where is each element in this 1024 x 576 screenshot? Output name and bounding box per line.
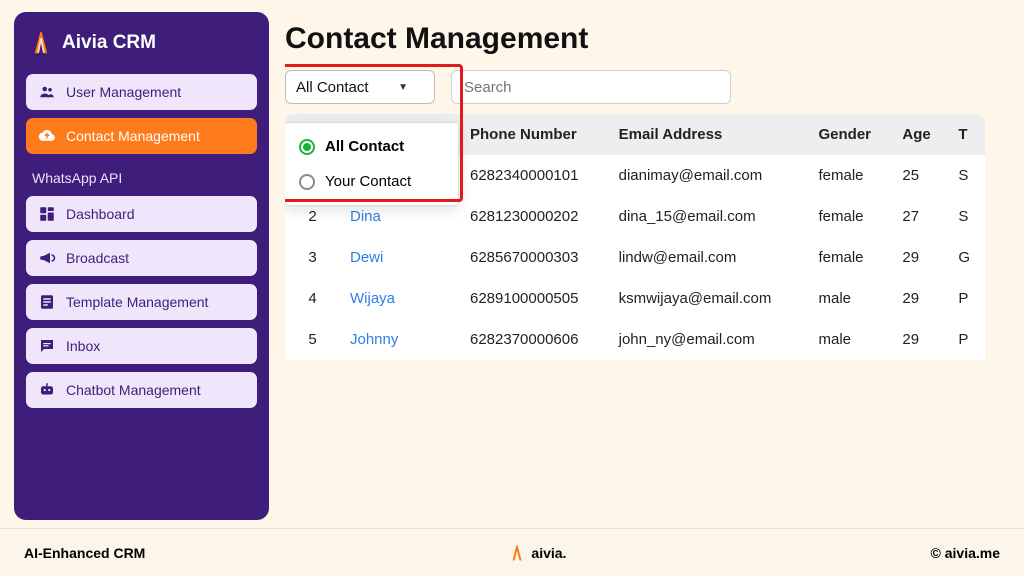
radio-icon bbox=[299, 174, 315, 190]
users-icon bbox=[38, 83, 56, 101]
template-icon bbox=[38, 293, 56, 311]
sidebar-item-user-management[interactable]: User Management bbox=[26, 74, 257, 110]
contact-email: john_ny@email.com bbox=[609, 319, 809, 360]
contact-age: 25 bbox=[892, 155, 948, 196]
sidebar-item-label: Broadcast bbox=[66, 250, 129, 266]
contact-name-link[interactable]: Dewi bbox=[340, 237, 460, 278]
contact-email: dianimay@email.com bbox=[609, 155, 809, 196]
contact-name-link[interactable]: Johnny bbox=[340, 319, 460, 360]
contact-phone: 6282340000101 bbox=[460, 155, 609, 196]
table-row: 3Dewi6285670000303lindw@email.comfemale2… bbox=[285, 237, 985, 278]
contact-phone: 6289100000505 bbox=[460, 278, 609, 319]
sidebar-item-label: Inbox bbox=[66, 338, 100, 354]
page-title: Contact Management bbox=[285, 22, 1010, 56]
brand-logo-icon bbox=[30, 32, 52, 54]
filter-option-all-contact[interactable]: All Contact bbox=[285, 129, 458, 164]
sidebar-item-contact-management[interactable]: Contact Management bbox=[26, 118, 257, 154]
sidebar-item-label: Contact Management bbox=[66, 128, 200, 144]
contact-type: G bbox=[948, 237, 985, 278]
col-gender: Gender bbox=[809, 114, 893, 155]
radio-icon bbox=[299, 139, 315, 155]
col-type: T bbox=[948, 114, 985, 155]
contact-age: 29 bbox=[892, 237, 948, 278]
sidebar-item-label: Dashboard bbox=[66, 206, 135, 222]
main-content: Contact Management All Contact ▼ All Con… bbox=[285, 12, 1010, 520]
sidebar-item-dashboard[interactable]: Dashboard bbox=[26, 196, 257, 232]
contact-email: lindw@email.com bbox=[609, 237, 809, 278]
contact-type: S bbox=[948, 155, 985, 196]
row-index: 3 bbox=[285, 237, 340, 278]
contact-type: S bbox=[948, 196, 985, 237]
contact-type: P bbox=[948, 319, 985, 360]
contact-age: 29 bbox=[892, 278, 948, 319]
contact-gender: male bbox=[809, 319, 893, 360]
megaphone-icon bbox=[38, 249, 56, 267]
contact-name-link[interactable]: Wijaya bbox=[340, 278, 460, 319]
filter-option-label: All Contact bbox=[325, 138, 404, 155]
sidebar: Aivia CRM User Management Contact Manage… bbox=[14, 12, 269, 520]
contact-type: P bbox=[948, 278, 985, 319]
contact-phone: 6282370000606 bbox=[460, 319, 609, 360]
col-age: Age bbox=[892, 114, 948, 155]
sidebar-item-broadcast[interactable]: Broadcast bbox=[26, 240, 257, 276]
contact-age: 27 bbox=[892, 196, 948, 237]
contact-phone: 6281230000202 bbox=[460, 196, 609, 237]
contact-gender: male bbox=[809, 278, 893, 319]
sidebar-item-label: Template Management bbox=[66, 294, 208, 310]
cloud-upload-icon bbox=[38, 127, 56, 145]
sidebar-item-label: Chatbot Management bbox=[66, 382, 201, 398]
brand: Aivia CRM bbox=[26, 26, 257, 74]
search-input[interactable] bbox=[451, 70, 731, 104]
footer-left: AI-Enhanced CRM bbox=[24, 545, 145, 561]
filter-option-your-contact[interactable]: Your Contact bbox=[285, 164, 458, 199]
sidebar-item-template-management[interactable]: Template Management bbox=[26, 284, 257, 320]
contact-age: 29 bbox=[892, 319, 948, 360]
sidebar-item-label: User Management bbox=[66, 84, 181, 100]
footer-logo-icon bbox=[509, 545, 525, 561]
row-index: 5 bbox=[285, 319, 340, 360]
brand-title: Aivia CRM bbox=[62, 32, 156, 54]
footer: AI-Enhanced CRM aivia. © aivia.me bbox=[0, 528, 1024, 576]
col-phone: Phone Number bbox=[460, 114, 609, 155]
table-row: 5Johnny6282370000606john_ny@email.commal… bbox=[285, 319, 985, 360]
filter-selected-label: All Contact bbox=[296, 79, 369, 96]
footer-right: © aivia.me bbox=[931, 545, 1000, 561]
contact-filter-dropdown: All Contact Your Contact bbox=[285, 122, 459, 206]
sidebar-item-chatbot-management[interactable]: Chatbot Management bbox=[26, 372, 257, 408]
chat-icon bbox=[38, 337, 56, 355]
contact-email: dina_15@email.com bbox=[609, 196, 809, 237]
contact-gender: female bbox=[809, 237, 893, 278]
contact-filter-select[interactable]: All Contact ▼ bbox=[285, 70, 435, 104]
sidebar-item-inbox[interactable]: Inbox bbox=[26, 328, 257, 364]
filter-option-label: Your Contact bbox=[325, 173, 411, 190]
caret-down-icon: ▼ bbox=[398, 82, 408, 93]
row-index: 4 bbox=[285, 278, 340, 319]
contact-phone: 6285670000303 bbox=[460, 237, 609, 278]
sidebar-section-label: WhatsApp API bbox=[26, 162, 257, 196]
dashboard-icon bbox=[38, 205, 56, 223]
col-email: Email Address bbox=[609, 114, 809, 155]
contact-gender: female bbox=[809, 155, 893, 196]
contact-email: ksmwijaya@email.com bbox=[609, 278, 809, 319]
footer-center-label: aivia. bbox=[531, 545, 566, 561]
footer-center: aivia. bbox=[509, 545, 566, 561]
contact-gender: female bbox=[809, 196, 893, 237]
bot-icon bbox=[38, 381, 56, 399]
table-row: 4Wijaya6289100000505ksmwijaya@email.comm… bbox=[285, 278, 985, 319]
